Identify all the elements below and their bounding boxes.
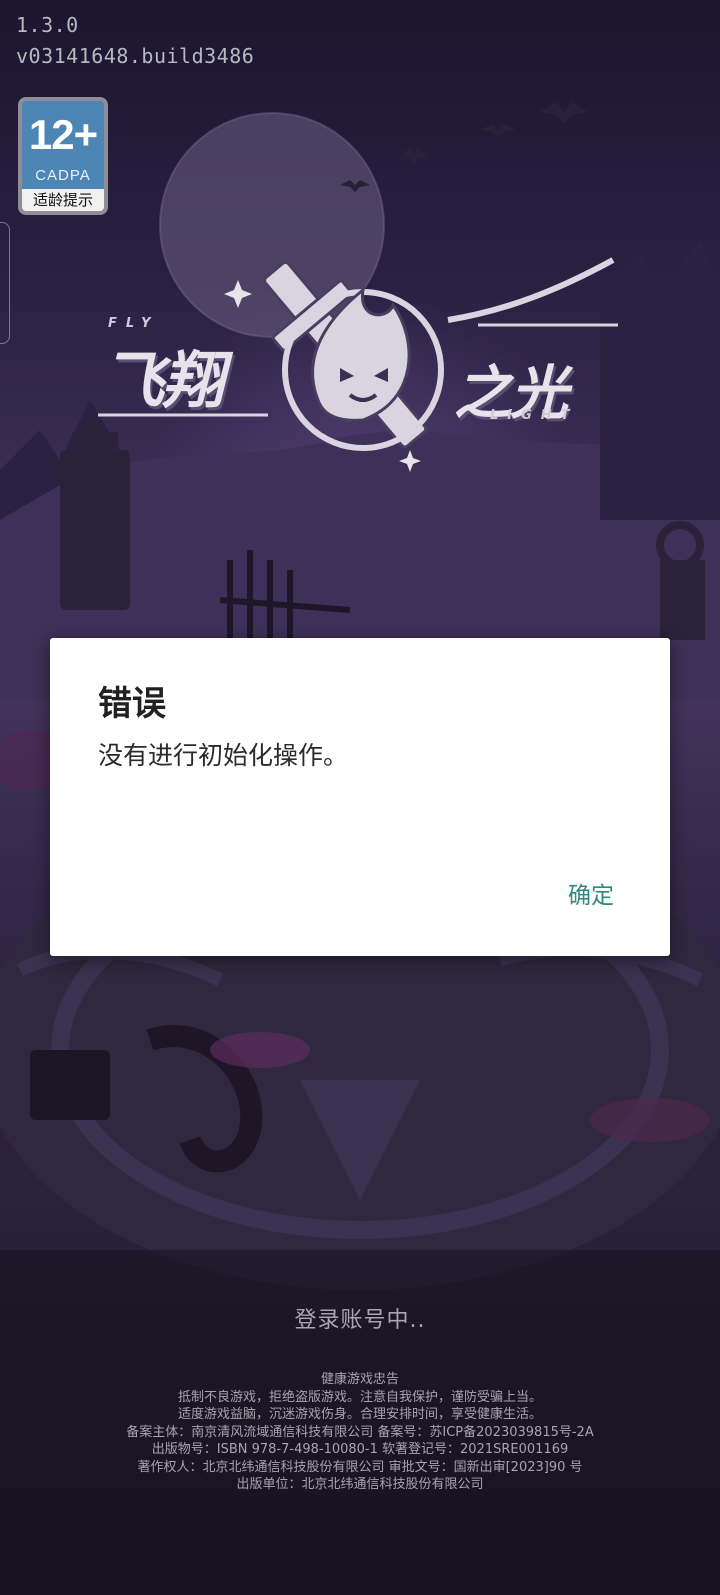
health-advice-line-1: 抵制不良游戏，拒绝盗版游戏。注意自我保护，谨防受骗上当。 — [177, 1389, 542, 1405]
confirm-button[interactable]: 确定 — [558, 870, 624, 916]
error-dialog: 错误 没有进行初始化操作。 确定 — [50, 638, 670, 956]
health-advice-line-2: 适度游戏益脑，沉迷游戏伤身。合理安排时间，享受健康生活。 — [177, 1407, 542, 1422]
game-logo: FLY 飞翔 之光 LIGHT — [88, 250, 628, 475]
side-drawer-handle[interactable] — [0, 222, 10, 344]
age-rating-badge[interactable]: 12+ CADPA 适龄提示 — [18, 97, 108, 215]
logo-title-left: 飞翔 — [102, 344, 224, 417]
publication-info: 出版物号：ISBN 978-7-498-10080-1 软著登记号：2021SR… — [151, 1442, 569, 1457]
dialog-title: 错误 — [98, 684, 166, 724]
logo-english-right: LIGHT — [490, 408, 579, 423]
age-rating-panel: 12+ CADPA — [22, 101, 104, 189]
logo-english-left: FLY — [108, 316, 160, 331]
filing-info: 备案主体：南京清风流域通信科技有限公司 备案号：苏ICP备2023039815号… — [126, 1424, 594, 1440]
copyright-info: 著作权人：北京北纬通信科技股份有限公司 审批文号：国新出审[2023]90 号 — [137, 1459, 583, 1475]
health-notice: 健康游戏忠告 抵制不良游戏，拒绝盗版游戏。注意自我保护，谨防受骗上当。 适度游戏… — [0, 1371, 720, 1494]
dialog-message: 没有进行初始化操作。 — [98, 741, 349, 770]
age-rating-caption: 适龄提示 — [22, 189, 104, 211]
health-notice-heading: 健康游戏忠告 — [320, 1372, 399, 1387]
login-status-text: 登录账号中.. — [294, 1308, 426, 1333]
publisher-info: 出版单位：北京北纬通信科技股份有限公司 — [236, 1477, 484, 1492]
age-rating-org: CADPA — [35, 167, 91, 184]
version-number: 1.3.0 — [16, 13, 79, 37]
version-info: 1.3.0 v03141648.build3486 — [16, 10, 254, 72]
build-number: v03141648.build3486 — [16, 44, 255, 68]
age-rating-value: 12+ — [28, 111, 98, 158]
